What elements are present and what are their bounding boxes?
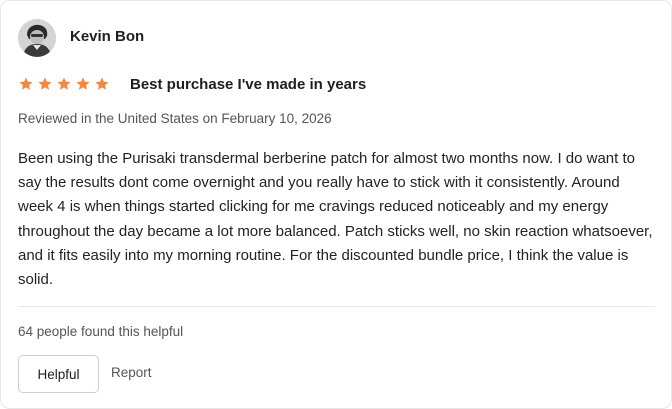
helpful-button[interactable]: Helpful [18,355,99,393]
star-icon [18,76,34,92]
reviewer-name: Kevin Bon [70,28,145,45]
review-card: Kevin Bon Best purchase I've made in yea… [0,0,672,409]
divider [18,306,655,307]
avatar [18,19,56,57]
star-icon [56,76,72,92]
review-title: Best purchase I've made in years [130,76,367,93]
star-icon [37,76,53,92]
user-avatar-image [18,19,56,57]
helpful-count: 64 people found this helpful [18,324,184,339]
star-icon [75,76,91,92]
review-body: Been using the Purisaki transdermal berb… [18,150,653,289]
review-meta: Reviewed in the United States on Februar… [18,111,332,126]
star-icon [94,76,110,92]
star-rating [18,76,110,92]
report-link[interactable]: Report [111,365,152,380]
